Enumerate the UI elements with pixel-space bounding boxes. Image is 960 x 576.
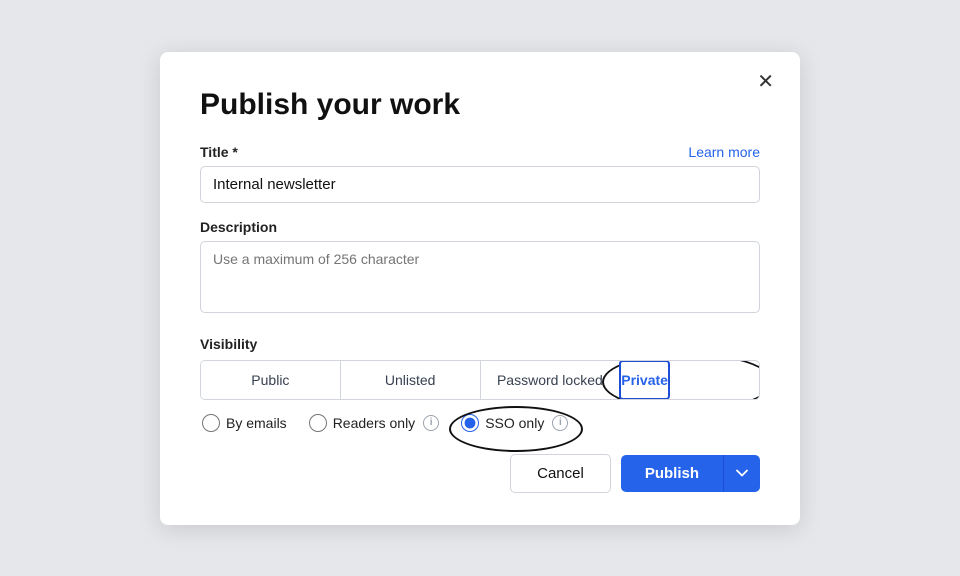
tab-private-wrapper: Private <box>620 361 759 399</box>
modal-title: Publish your work <box>200 88 760 122</box>
publish-dropdown-button[interactable] <box>724 455 760 492</box>
close-button[interactable]: ✕ <box>751 70 780 94</box>
description-label: Description <box>200 219 760 235</box>
radio-by-emails-label: By emails <box>226 415 287 431</box>
tab-public[interactable]: Public <box>201 361 341 399</box>
learn-more-link[interactable]: Learn more <box>688 144 760 160</box>
visibility-label: Visibility <box>200 336 760 352</box>
readers-only-info-icon[interactable]: i <box>423 415 439 431</box>
radio-readers-only-input[interactable] <box>309 414 327 432</box>
radio-readers-only-label: Readers only <box>333 415 416 431</box>
visibility-tabs: Public Unlisted Password locked Private <box>200 360 760 400</box>
publish-modal: ✕ Publish your work Title * Learn more D… <box>160 52 800 525</box>
modal-overlay: ✕ Publish your work Title * Learn more D… <box>0 0 960 576</box>
title-input[interactable] <box>200 166 760 203</box>
publish-button[interactable]: Publish <box>621 455 724 492</box>
radio-by-emails[interactable]: By emails <box>202 414 287 432</box>
tab-unlisted[interactable]: Unlisted <box>341 361 481 399</box>
cancel-button[interactable]: Cancel <box>510 454 611 493</box>
radio-sso-only-label: SSO only <box>485 415 544 431</box>
radio-readers-only[interactable]: Readers only i <box>309 414 440 432</box>
title-label: Title * <box>200 144 238 160</box>
description-input[interactable] <box>200 241 760 313</box>
publish-group: Publish <box>621 455 760 492</box>
action-row: Cancel Publish <box>200 454 760 493</box>
chevron-down-icon <box>736 467 748 479</box>
radio-sso-only-input[interactable] <box>461 414 479 432</box>
title-field-header: Title * Learn more <box>200 144 760 160</box>
tab-password-locked[interactable]: Password locked <box>481 361 621 399</box>
radio-by-emails-input[interactable] <box>202 414 220 432</box>
tab-private[interactable]: Private <box>619 360 670 400</box>
radio-sso-only[interactable]: SSO only i <box>461 414 568 432</box>
sso-only-info-icon[interactable]: i <box>552 415 568 431</box>
close-icon: ✕ <box>757 71 774 93</box>
radio-options-row: By emails Readers only i SSO only i <box>200 414 760 432</box>
